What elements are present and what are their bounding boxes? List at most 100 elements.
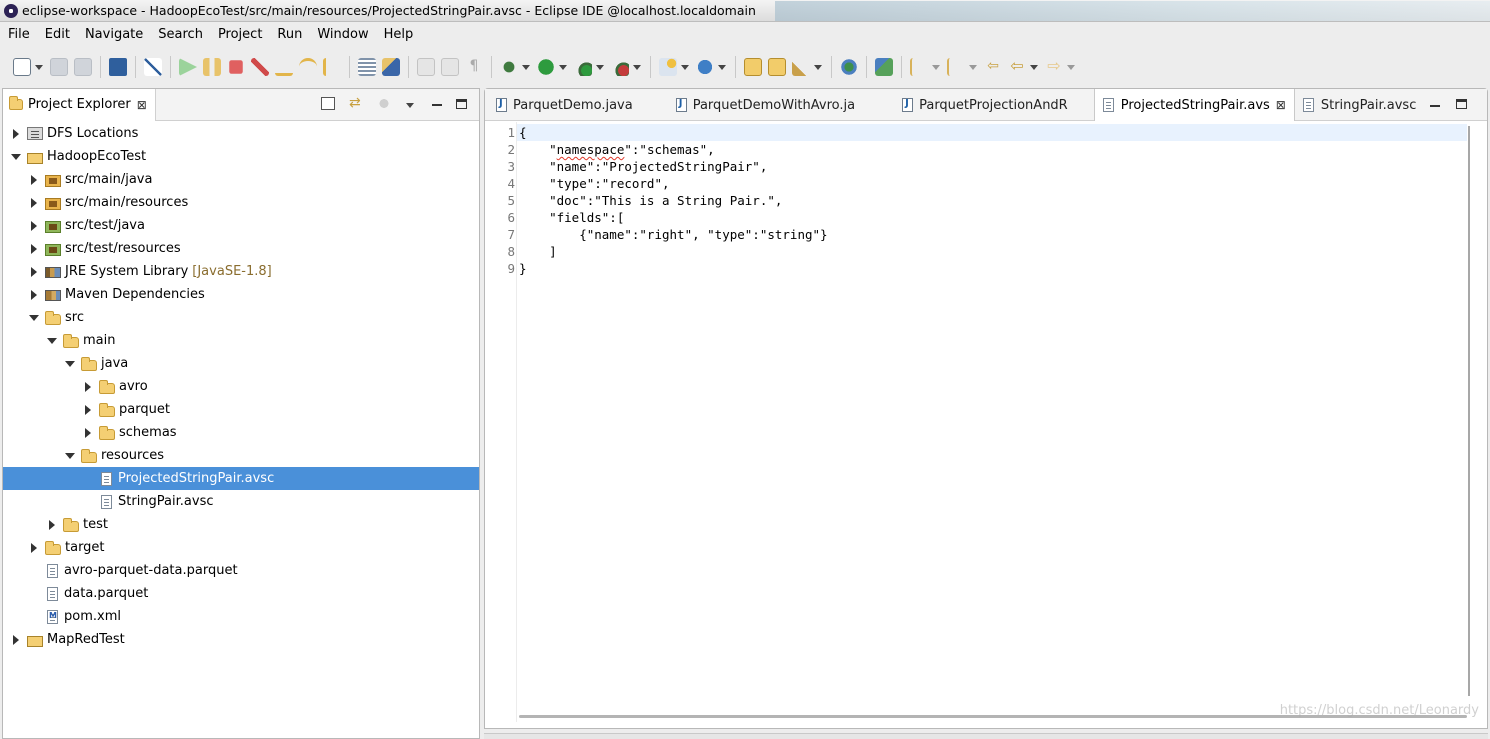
tree-item[interactable]: data.parquet xyxy=(3,582,479,605)
tree-item[interactable]: StringPair.avsc xyxy=(3,490,479,513)
chevron-down-icon[interactable] xyxy=(63,449,77,463)
new-class-dropdown-icon[interactable] xyxy=(718,64,726,70)
suspend-icon[interactable] xyxy=(203,58,221,76)
menu-window[interactable]: Window xyxy=(317,27,368,42)
debug-dropdown-icon[interactable] xyxy=(522,64,530,70)
editor-tab[interactable]: StringPair.avsc xyxy=(1295,89,1425,121)
back-dropdown-icon[interactable] xyxy=(1030,64,1038,70)
forward-dropdown-icon[interactable] xyxy=(1067,64,1075,70)
link-with-editor-icon[interactable]: ⇄ xyxy=(349,96,363,110)
tree-item[interactable]: src/test/resources xyxy=(3,237,479,260)
run-icon[interactable] xyxy=(537,58,555,76)
filters-icon[interactable] xyxy=(377,97,391,110)
chevron-down-icon[interactable] xyxy=(63,357,77,371)
external-tools-dropdown-icon[interactable] xyxy=(633,64,641,70)
chevron-down-icon[interactable] xyxy=(45,334,59,348)
chevron-down-icon[interactable] xyxy=(9,150,23,164)
view-menu-icon[interactable] xyxy=(406,103,414,108)
back-icon[interactable]: ⇦ xyxy=(1008,58,1026,76)
open-type-icon[interactable] xyxy=(744,58,762,76)
save-all-icon[interactable] xyxy=(74,58,92,76)
tree-item[interactable]: pom.xml xyxy=(3,605,479,628)
tree-item[interactable]: JRE System Library [JavaSE-1.8] xyxy=(3,260,479,283)
tree-item[interactable]: DFS Locations xyxy=(3,122,479,145)
chevron-right-icon[interactable] xyxy=(45,518,59,532)
resume-icon[interactable] xyxy=(179,58,197,76)
close-icon[interactable]: ⊠ xyxy=(1276,98,1286,112)
search-dropdown-icon[interactable] xyxy=(814,64,822,70)
chevron-right-icon[interactable] xyxy=(9,633,23,647)
globe-icon[interactable] xyxy=(840,58,858,76)
menu-file[interactable]: File xyxy=(8,27,30,42)
project-explorer-tab[interactable]: Project Explorer ⊠ xyxy=(3,88,156,121)
show-whitespace-icon[interactable]: ¶ xyxy=(465,58,483,76)
forward-icon[interactable]: ⇨ xyxy=(1045,58,1063,76)
tree-item[interactable]: parquet xyxy=(3,398,479,421)
new-java-project-dropdown-icon[interactable] xyxy=(681,64,689,70)
tree-item[interactable]: src/test/java xyxy=(3,214,479,237)
skip-breakpoints-icon[interactable] xyxy=(144,58,162,76)
menu-search[interactable]: Search xyxy=(158,27,203,42)
debug-icon[interactable] xyxy=(500,58,518,76)
drop-to-frame-icon[interactable] xyxy=(382,58,400,76)
editor-tab[interactable]: ParquetDemoWithAvro.ja xyxy=(665,89,863,121)
editor-tab[interactable]: ProjectedStringPair.avs ⊠ xyxy=(1093,89,1295,121)
toggle-mark-occurrences-icon[interactable] xyxy=(417,58,435,76)
tree-item[interactable]: MapRedTest xyxy=(3,628,479,651)
editor-minimize-icon[interactable] xyxy=(1430,104,1440,107)
next-annotation-dropdown-icon[interactable] xyxy=(932,64,940,70)
tree-item[interactable]: java xyxy=(3,352,479,375)
chevron-right-icon[interactable] xyxy=(27,265,41,279)
open-task-icon[interactable] xyxy=(768,58,786,76)
tree-item[interactable]: test xyxy=(3,513,479,536)
tree-item[interactable]: main xyxy=(3,329,479,352)
run-dropdown-icon[interactable] xyxy=(559,64,567,70)
chevron-right-icon[interactable] xyxy=(27,196,41,210)
step-return-icon[interactable] xyxy=(323,58,341,76)
last-edit-location-icon[interactable]: ⇦ xyxy=(984,58,1002,76)
chevron-right-icon[interactable] xyxy=(81,380,95,394)
tree-item[interactable]: ProjectedStringPair.avsc xyxy=(3,467,479,490)
save-icon[interactable] xyxy=(50,58,68,76)
chevron-down-icon[interactable] xyxy=(27,311,41,325)
open-console-icon[interactable] xyxy=(109,58,127,76)
vertical-scrollbar[interactable] xyxy=(1468,126,1470,696)
terminate-icon[interactable] xyxy=(229,60,243,74)
code-text[interactable]: { "namespace":"schemas", "name":"Project… xyxy=(519,124,828,277)
collapse-all-icon[interactable] xyxy=(321,97,335,110)
chevron-right-icon[interactable] xyxy=(27,242,41,256)
tree-item[interactable]: Maven Dependencies xyxy=(3,283,479,306)
maximize-icon[interactable] xyxy=(456,98,467,109)
editor-tab[interactable]: ParquetDemo.java xyxy=(485,89,641,121)
menu-navigate[interactable]: Navigate xyxy=(85,27,143,42)
toggle-block-selection-icon[interactable] xyxy=(441,58,459,76)
external-tools-icon[interactable] xyxy=(611,58,629,76)
chevron-right-icon[interactable] xyxy=(27,173,41,187)
minimize-icon[interactable] xyxy=(432,104,442,106)
tree-item[interactable]: resources xyxy=(3,444,479,467)
tree-item[interactable]: avro-parquet-data.parquet xyxy=(3,559,479,582)
tree-item[interactable]: src/main/resources xyxy=(3,191,479,214)
editor-body[interactable]: 1 2 3 4 5 6 7 8 9 { "namespace":"schemas", "name… xyxy=(485,122,1487,728)
chevron-right-icon[interactable] xyxy=(27,219,41,233)
chevron-right-icon[interactable] xyxy=(27,288,41,302)
use-step-filters-icon[interactable] xyxy=(358,58,376,76)
editor-tab[interactable]: ParquetProjectionAndR xyxy=(891,89,1076,121)
tree-item[interactable]: avro xyxy=(3,375,479,398)
chevron-right-icon[interactable] xyxy=(27,541,41,555)
new-dropdown-icon[interactable] xyxy=(35,64,43,70)
menu-project[interactable]: Project xyxy=(218,27,262,42)
previous-annotation-icon[interactable] xyxy=(947,58,965,76)
tree-item[interactable]: src xyxy=(3,306,479,329)
menu-run[interactable]: Run xyxy=(277,27,302,42)
disconnect-icon[interactable] xyxy=(251,58,269,76)
chevron-right-icon[interactable] xyxy=(9,127,23,141)
annotation-icon[interactable] xyxy=(875,58,893,76)
coverage-icon[interactable] xyxy=(574,58,592,76)
tree-item[interactable]: target xyxy=(3,536,479,559)
new-wizard-icon[interactable] xyxy=(13,58,31,76)
search-icon[interactable] xyxy=(792,58,810,76)
menu-edit[interactable]: Edit xyxy=(45,27,70,42)
tree-item[interactable]: src/main/java xyxy=(3,168,479,191)
new-class-icon[interactable] xyxy=(696,58,714,76)
